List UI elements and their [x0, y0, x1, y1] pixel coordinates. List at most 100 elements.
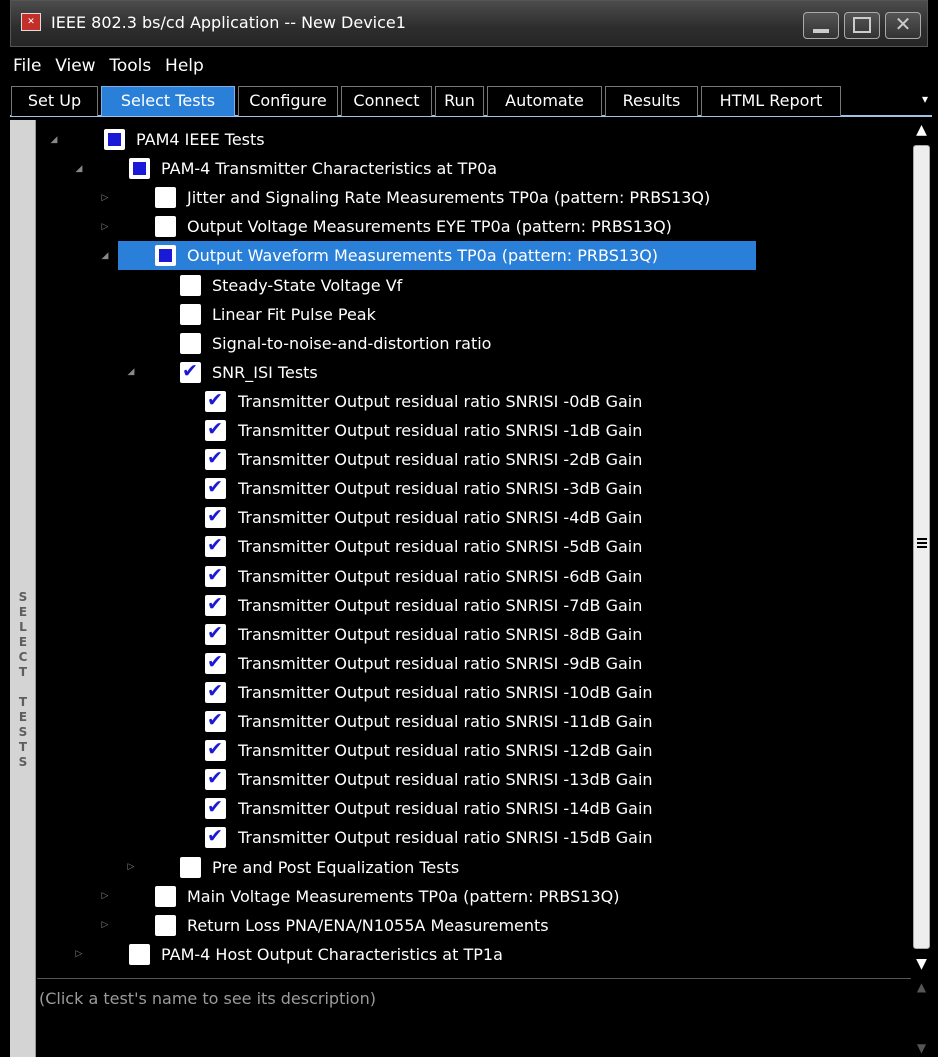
test-label[interactable]: Transmitter Output residual ratio SNRISI… — [238, 712, 653, 731]
triangle-expanded-icon[interactable]: ◢ — [49, 135, 59, 145]
menu-file[interactable]: File — [10, 52, 41, 76]
test-checkbox[interactable] — [205, 796, 226, 820]
test-label[interactable]: Jitter and Signaling Rate Measurements T… — [187, 188, 710, 207]
tree-row[interactable]: Signal-to-noise-and-distortion ratio — [37, 329, 911, 358]
tree-row[interactable]: ▷ Pre and Post Equalization Tests — [37, 853, 911, 882]
test-checkbox[interactable] — [129, 158, 150, 180]
tree-row[interactable]: ◢ Output Waveform Measurements TP0a (patt… — [37, 241, 911, 271]
test-label[interactable]: Transmitter Output residual ratio SNRISI… — [238, 770, 653, 789]
test-checkbox[interactable] — [205, 389, 226, 412]
tab-configure[interactable]: Configure — [238, 86, 338, 116]
tree-row[interactable]: ◢ PAM4 IEEE Tests — [37, 125, 911, 154]
test-checkbox[interactable] — [205, 447, 226, 471]
triangle-collapsed-icon[interactable]: ▷ — [126, 862, 136, 872]
tree-row[interactable]: ◢ SNR_ISI Tests — [37, 358, 911, 387]
test-checkbox[interactable] — [205, 622, 226, 645]
tree-row[interactable]: Transmitter Output residual ratio SNRISI… — [37, 649, 911, 678]
test-checkbox[interactable] — [155, 187, 176, 209]
test-checkbox[interactable] — [205, 505, 226, 529]
test-checkbox[interactable] — [205, 738, 226, 762]
tree-row[interactable]: Transmitter Output residual ratio SNRISI… — [37, 445, 911, 474]
tree-row[interactable]: Linear Fit Pulse Peak — [37, 300, 911, 329]
triangle-expanded-icon[interactable]: ◢ — [74, 164, 84, 174]
test-label[interactable]: Transmitter Output residual ratio SNRISI… — [238, 741, 653, 760]
test-checkbox[interactable] — [205, 709, 226, 732]
triangle-collapsed-icon[interactable]: ▷ — [100, 891, 110, 901]
close-button[interactable]: ✕ — [885, 12, 921, 39]
tree-row[interactable]: Transmitter Output residual ratio SNRISI… — [37, 620, 911, 649]
triangle-collapsed-icon[interactable]: ▷ — [100, 920, 110, 930]
test-checkbox[interactable] — [155, 885, 176, 907]
triangle-collapsed-icon[interactable]: ▷ — [100, 193, 110, 203]
triangle-collapsed-icon[interactable]: ▷ — [74, 949, 84, 959]
test-label[interactable]: Transmitter Output residual ratio SNRISI… — [238, 537, 642, 556]
triangle-collapsed-icon[interactable]: ▷ — [100, 222, 110, 232]
menu-view[interactable]: View — [52, 52, 95, 76]
test-checkbox[interactable] — [129, 943, 150, 965]
test-label[interactable]: Transmitter Output residual ratio SNRISI… — [238, 625, 642, 644]
scroll-down-arrow-icon[interactable]: ▼ — [911, 956, 932, 972]
tree-row[interactable]: Transmitter Output residual ratio SNRISI… — [37, 794, 911, 823]
tab-results[interactable]: Results — [605, 86, 698, 116]
test-tree[interactable]: ◢ PAM4 IEEE Tests ◢ PAM-4 Transmitter Chara… — [37, 120, 911, 974]
tree-row[interactable]: ◢ PAM-4 Transmitter Characteristics at TP… — [37, 154, 911, 183]
test-label[interactable]: Transmitter Output residual ratio SNRISI… — [238, 596, 642, 615]
tree-row[interactable]: Transmitter Output residual ratio SNRISI… — [37, 387, 911, 416]
tree-row[interactable]: ▷ Jitter and Signaling Rate Measurements … — [37, 183, 911, 212]
test-label[interactable]: Transmitter Output residual ratio SNRISI… — [238, 654, 642, 673]
test-checkbox[interactable] — [104, 129, 125, 150]
test-label[interactable]: Pre and Post Equalization Tests — [212, 858, 459, 877]
test-label[interactable]: Transmitter Output residual ratio SNRISI… — [238, 421, 642, 440]
test-checkbox[interactable] — [205, 593, 226, 616]
tree-row[interactable]: Transmitter Output residual ratio SNRISI… — [37, 823, 911, 852]
test-label[interactable]: Steady-State Voltage Vf — [212, 276, 402, 295]
tree-row[interactable]: Transmitter Output residual ratio SNRISI… — [37, 707, 911, 736]
test-checkbox[interactable] — [205, 418, 226, 441]
tab-set-up[interactable]: Set Up — [11, 86, 98, 116]
tree-row[interactable]: Transmitter Output residual ratio SNRISI… — [37, 532, 911, 561]
test-label[interactable]: Transmitter Output residual ratio SNRISI… — [238, 450, 642, 469]
test-checkbox[interactable] — [180, 332, 201, 354]
scrollbar-thumb[interactable] — [913, 145, 930, 949]
test-checkbox[interactable] — [155, 216, 176, 238]
test-checkbox[interactable] — [205, 680, 226, 703]
test-label[interactable]: Linear Fit Pulse Peak — [212, 305, 376, 324]
test-checkbox[interactable] — [180, 274, 201, 296]
maximize-button[interactable] — [844, 12, 880, 39]
tab-select-tests[interactable]: Select Tests — [101, 86, 235, 116]
test-checkbox[interactable] — [180, 856, 201, 878]
test-label[interactable]: Transmitter Output residual ratio SNRISI… — [238, 799, 653, 818]
test-label[interactable]: Transmitter Output residual ratio SNRISI… — [238, 828, 653, 847]
test-label[interactable]: Output Voltage Measurements EYE TP0a (pa… — [187, 217, 672, 236]
tab-html-report[interactable]: HTML Report — [701, 86, 841, 116]
test-label[interactable]: Signal-to-noise-and-distortion ratio — [212, 334, 491, 353]
test-checkbox[interactable] — [155, 245, 176, 267]
test-label[interactable]: PAM-4 Transmitter Characteristics at TP0… — [161, 159, 497, 178]
test-label[interactable]: Output Waveform Measurements TP0a (patte… — [187, 246, 658, 265]
test-label[interactable]: Return Loss PNA/ENA/N1055A Measurements — [187, 916, 549, 935]
tree-row[interactable]: Transmitter Output residual ratio SNRISI… — [37, 474, 911, 503]
tree-row[interactable]: ▷ Output Voltage Measurements EYE TP0a (p… — [37, 212, 911, 241]
tree-row[interactable]: ▷ PAM-4 Host Output Characteristics at TP… — [37, 940, 911, 969]
tree-row[interactable]: ▷ Return Loss PNA/ENA/N1055A Measurements — [37, 911, 911, 940]
description-scrollbar[interactable]: ▲ ▼ — [911, 978, 932, 1057]
tree-row[interactable]: Transmitter Output residual ratio SNRISI… — [37, 765, 911, 794]
test-checkbox[interactable] — [205, 825, 226, 849]
window-title-bar[interactable]: IEEE 802.3 bs/cd Application -- New Devi… — [10, 0, 928, 47]
test-checkbox[interactable] — [205, 534, 226, 558]
desc-scroll-up-arrow-icon[interactable]: ▲ — [911, 980, 932, 994]
test-checkbox[interactable] — [155, 914, 176, 936]
tree-row[interactable]: Transmitter Output residual ratio SNRISI… — [37, 562, 911, 591]
tab-overflow-chevron-down-icon[interactable]: ▾ — [922, 92, 928, 106]
test-label[interactable]: Transmitter Output residual ratio SNRISI… — [238, 683, 653, 702]
test-checkbox[interactable] — [180, 360, 201, 383]
tab-run[interactable]: Run — [435, 86, 484, 116]
tree-row[interactable]: ▷ Main Voltage Measurements TP0a (pattern… — [37, 882, 911, 911]
tree-row[interactable]: Steady-State Voltage Vf — [37, 271, 911, 300]
tree-row[interactable]: Transmitter Output residual ratio SNRISI… — [37, 678, 911, 707]
tab-automate[interactable]: Automate — [487, 86, 602, 116]
tab-connect[interactable]: Connect — [341, 86, 432, 116]
triangle-expanded-icon[interactable]: ◢ — [126, 367, 136, 377]
test-label[interactable]: PAM4 IEEE Tests — [136, 130, 265, 149]
test-checkbox[interactable] — [205, 476, 226, 500]
